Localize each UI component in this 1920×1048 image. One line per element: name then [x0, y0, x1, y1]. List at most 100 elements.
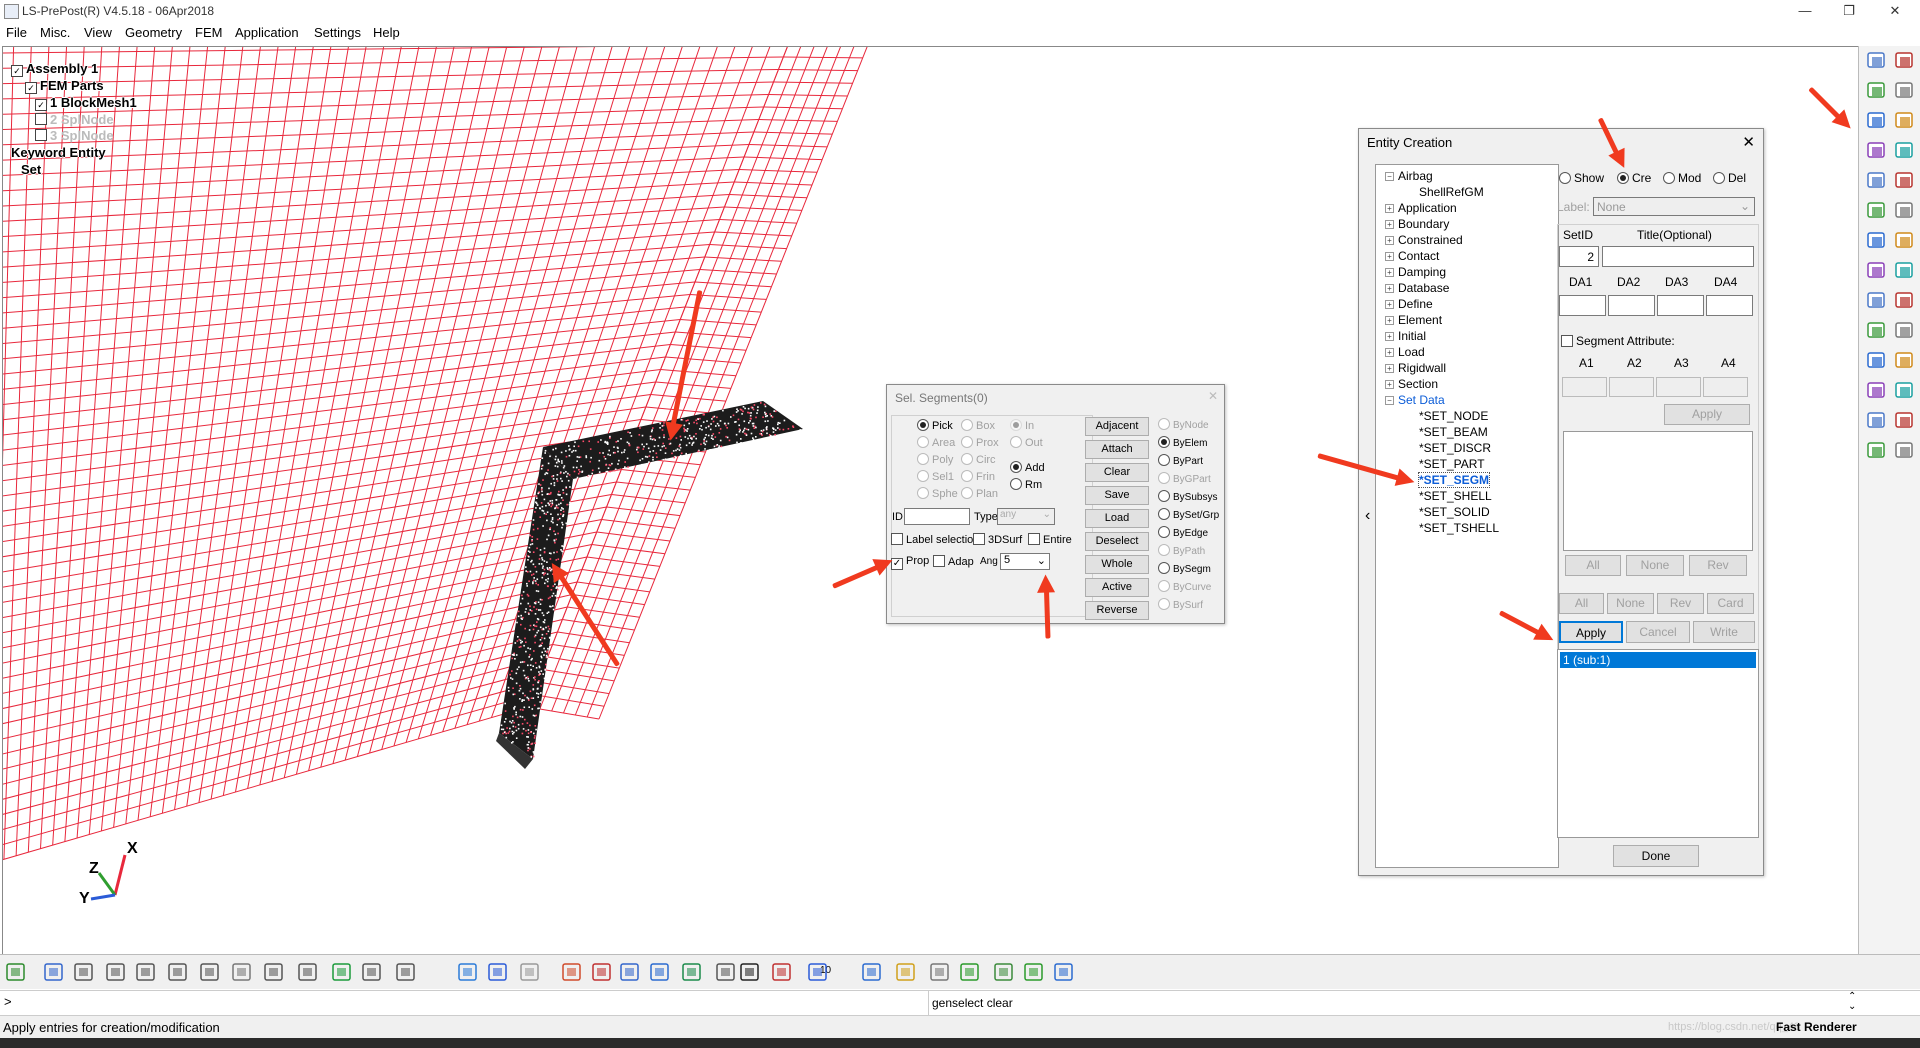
renum-icon[interactable]: [1865, 170, 1889, 192]
parts-icon[interactable]: [1865, 50, 1889, 72]
tree-block-mesh[interactable]: ✓ 1 BlockMesh1: [35, 95, 137, 111]
active-button[interactable]: Active: [1085, 578, 1149, 597]
pick-mode-box[interactable]: Box: [961, 419, 995, 432]
tree-item[interactable]: + Application: [1385, 201, 1457, 215]
expand-icon[interactable]: +: [1385, 284, 1394, 293]
shift-ctrl-icon[interactable]: [518, 960, 542, 984]
reverse-button[interactable]: Reverse: [1085, 601, 1149, 620]
da4-input[interactable]: [1706, 295, 1753, 316]
collapse-icon[interactable]: −: [1385, 396, 1394, 405]
close-icon[interactable]: ✕: [1208, 389, 1218, 403]
expand-icon[interactable]: +: [1385, 204, 1394, 213]
cube-grid-icon[interactable]: [134, 960, 158, 984]
expand-icon[interactable]: +: [1385, 316, 1394, 325]
menu-settings[interactable]: Settings: [314, 25, 361, 40]
expand-icon[interactable]: +: [1385, 364, 1394, 373]
pick-in[interactable]: In: [1010, 419, 1034, 432]
tree-item[interactable]: + Constrained: [1385, 233, 1463, 247]
tree-set[interactable]: Set: [21, 162, 41, 177]
attribute-list[interactable]: [1563, 431, 1753, 551]
triangle-down-icon[interactable]: [738, 960, 762, 984]
pick-rm[interactable]: Rm: [1010, 478, 1042, 491]
cube-shade-icon[interactable]: [104, 960, 128, 984]
adap-checkbox[interactable]: Adap: [933, 555, 974, 568]
checker-icon[interactable]: [928, 960, 952, 984]
graph-icon[interactable]: [1052, 960, 1076, 984]
close-button[interactable]: ✕: [1872, 0, 1918, 22]
home-icon[interactable]: [860, 960, 884, 984]
prop-checkbox[interactable]: ✓ Prop: [891, 555, 929, 570]
menu-misc[interactable]: Misc.: [40, 25, 70, 40]
burst-icon[interactable]: [1893, 380, 1917, 402]
a4-input[interactable]: [1703, 377, 1748, 397]
gear-icon[interactable]: [1865, 110, 1889, 132]
tree-item[interactable]: + Database: [1385, 281, 1449, 295]
none-button[interactable]: None: [1607, 593, 1654, 614]
type-select[interactable]: any ⌄: [997, 508, 1055, 525]
menu-fem[interactable]: FEM: [195, 25, 222, 40]
tree-item[interactable]: + Load: [1385, 345, 1425, 359]
by-node[interactable]: ByNode: [1158, 418, 1209, 431]
tree-item[interactable]: + Section: [1385, 377, 1438, 391]
load-button[interactable]: Load: [1085, 509, 1149, 528]
adjacent-button[interactable]: Adjacent: [1085, 417, 1149, 436]
fringe-icon[interactable]: [360, 960, 384, 984]
table-icon[interactable]: [1865, 230, 1889, 252]
menu-geometry[interactable]: Geometry: [125, 25, 182, 40]
ms-icon[interactable]: [1893, 260, 1917, 282]
card-button[interactable]: Card: [1707, 593, 1754, 614]
created-entity-item[interactable]: 1 (sub:1): [1560, 652, 1756, 668]
minimize-button[interactable]: —: [1782, 0, 1828, 22]
tree-item[interactable]: + Boundary: [1385, 217, 1449, 231]
tree-item[interactable]: *SET_SHELL: [1419, 489, 1492, 503]
menu-file[interactable]: File: [6, 25, 27, 40]
title-input[interactable]: [1602, 246, 1754, 267]
by-segm[interactable]: BySegm: [1158, 562, 1211, 575]
close-icon[interactable]: ✕: [1742, 133, 1755, 151]
gears-icon[interactable]: [992, 960, 1016, 984]
ang-select[interactable]: 5 ⌄: [1000, 553, 1050, 570]
tree-item[interactable]: *SET_NODE: [1419, 409, 1488, 423]
label-select[interactable]: None ⌄: [1593, 197, 1755, 216]
apply-button[interactable]: Apply: [1559, 621, 1623, 643]
entity-icon[interactable]: [1865, 80, 1889, 102]
tree-item[interactable]: + Define: [1385, 297, 1433, 311]
mesh-shade-icon[interactable]: [296, 960, 320, 984]
tree-item[interactable]: + Damping: [1385, 265, 1446, 279]
pick-icon[interactable]: [560, 960, 584, 984]
mode-del[interactable]: Del: [1713, 171, 1746, 185]
entire-checkbox[interactable]: Entire: [1028, 533, 1072, 546]
grid-icon[interactable]: [1893, 200, 1917, 222]
mode-show[interactable]: Show: [1559, 171, 1604, 185]
attr-rev-button[interactable]: Rev: [1689, 555, 1747, 576]
3dsurf-checkbox[interactable]: 3DSurf: [973, 533, 1022, 546]
menu-view[interactable]: View: [84, 25, 112, 40]
expand-icon[interactable]: +: [1385, 220, 1394, 229]
cube-icon[interactable]: [1865, 350, 1889, 372]
segment-attribute-checkbox[interactable]: Segment Attribute:: [1561, 334, 1675, 348]
dots-icon[interactable]: [230, 960, 254, 984]
clear-button[interactable]: Clear: [1085, 463, 1149, 482]
palette-icon[interactable]: [1893, 320, 1917, 342]
tree-fem-parts[interactable]: ✓ FEM Parts: [25, 78, 104, 94]
command-history[interactable]: genselect clear: [932, 996, 1013, 1010]
cube-edges-icon[interactable]: [198, 960, 222, 984]
expand-icon[interactable]: +: [1385, 332, 1394, 341]
done-button[interactable]: Done: [1613, 845, 1699, 867]
pick-add[interactable]: Add: [1010, 461, 1045, 474]
collapse-arrow-icon[interactable]: ‹: [1365, 507, 1370, 525]
brush-icon[interactable]: [1865, 290, 1889, 312]
chart-icon[interactable]: [1865, 440, 1889, 462]
spreadsheet-icon[interactable]: [1865, 380, 1889, 402]
bolt-icon[interactable]: [894, 960, 918, 984]
gear-green-icon[interactable]: [1022, 960, 1046, 984]
tree-spl-node[interactable]: 2 SplNode: [35, 112, 114, 127]
pick-mode-sphe[interactable]: Sphe: [917, 487, 958, 500]
created-entity-list[interactable]: 1 (sub:1): [1557, 649, 1759, 838]
tree-spl-node-2[interactable]: 3 SplNode: [35, 128, 114, 143]
expand-icon[interactable]: +: [1385, 300, 1394, 309]
command-input[interactable]: [12, 993, 926, 1011]
mesh-color-icon[interactable]: [330, 960, 354, 984]
solid-blue-icon[interactable]: [486, 960, 510, 984]
maximize-button[interactable]: ❐: [1826, 0, 1872, 22]
